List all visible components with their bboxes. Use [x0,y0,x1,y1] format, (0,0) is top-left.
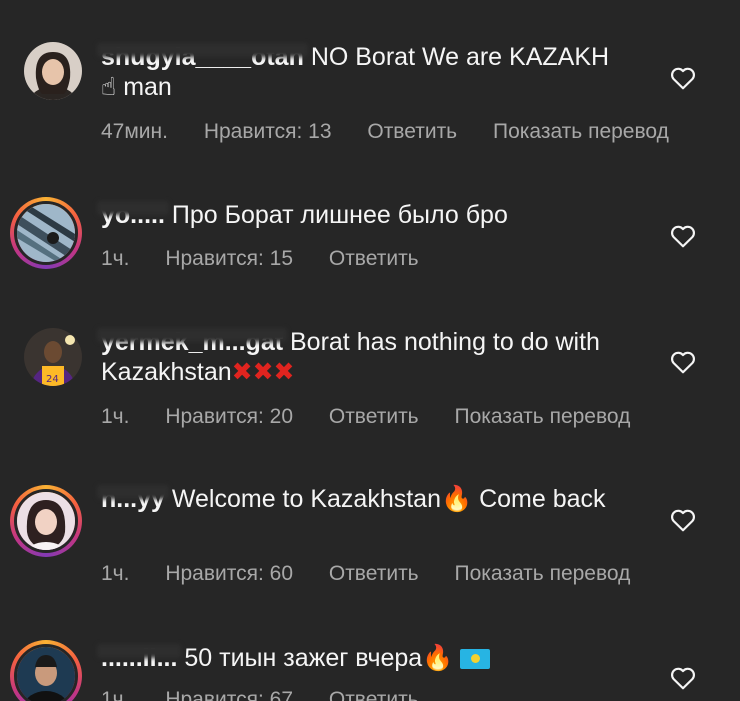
user-photo [17,204,75,262]
likes-count[interactable]: Нравится: 15 [165,247,293,270]
fire-emoji: 🔥 [422,643,454,672]
reply-button[interactable]: Ответить [329,405,419,428]
timestamp: 47мин. [101,120,168,143]
avatar[interactable]: 24 [24,328,82,386]
comment-body: Welcome to Kazakhstan [171,485,441,513]
comments-list: shugyla____otan NO Borat We are KAZAKH ☝… [0,0,740,701]
avatar-story-ring[interactable] [10,485,82,557]
fire-emoji: 🔥 [441,484,473,513]
comment-text: yo..... Про Борат лишнее было бро [101,200,661,230]
svg-text:24: 24 [46,374,59,385]
show-translation-button[interactable]: Показать перевод [454,562,630,585]
username[interactable]: yo..... [101,200,165,230]
username[interactable]: shugyla____otan [101,42,304,72]
comment-text: n...yy Welcome to Kazakhstan🔥 Come back [101,484,661,514]
timestamp: 1ч. [101,562,130,585]
username[interactable]: yermek_m...gat [101,327,283,357]
heart-outline-icon[interactable] [670,350,696,374]
reply-button[interactable]: Ответить [329,688,419,701]
comment-text: shugyla____otan NO Borat We are KAZAKH ☝… [101,42,661,102]
timestamp: 1ч. [101,405,130,428]
index-pointing-up-emoji: ☝ [101,72,117,101]
username[interactable]: n...yy [101,484,165,514]
comment-meta: 47мин. Нравится: 13 Ответить Показать пе… [101,120,699,144]
comment-body: NO Borat We are KAZAKH [310,43,610,71]
avatar-story-ring[interactable] [10,640,82,701]
comment-meta: 1ч. Нравится: 20 Ответить Показать перев… [101,405,660,429]
reply-button[interactable]: Ответить [329,247,419,270]
user-photo [24,42,82,100]
username[interactable]: ......li... [101,643,177,673]
likes-count[interactable]: Нравится: 67 [165,688,293,701]
timestamp: 1ч. [101,247,130,270]
user-photo [17,492,75,550]
comment-body: 50 тиын зажег вчера [184,644,423,672]
show-translation-button[interactable]: Показать перевод [454,405,630,428]
timestamp: 1ч. [101,688,130,701]
comment-meta: 1ч. Нравится: 60 Ответить Показать перев… [101,562,660,586]
comment-text: ......li... 50 тиын зажег вчера🔥 [101,643,661,673]
comment-body: Про Борат лишнее было бро [171,201,508,229]
likes-count[interactable]: Нравится: 20 [165,405,293,428]
cross-mark-emoji: ✖✖✖ [231,358,295,386]
heart-outline-icon[interactable] [670,66,696,90]
avatar-story-ring[interactable] [10,197,82,269]
heart-outline-icon[interactable] [670,508,696,532]
comment-body-cont: Come back [479,485,606,513]
kazakhstan-flag-emoji [460,649,491,670]
reply-button[interactable]: Ответить [367,120,457,143]
comment-body-cont: man [123,73,172,101]
comment-meta: 1ч. Нравится: 67 Ответить [101,688,449,701]
heart-outline-icon[interactable] [670,666,696,690]
user-photo: 24 [24,328,82,386]
user-photo [17,647,75,701]
comment-meta: 1ч. Нравится: 15 Ответить [101,247,449,271]
likes-count[interactable]: Нравится: 60 [165,562,293,585]
likes-count[interactable]: Нравится: 13 [204,120,332,143]
reply-button[interactable]: Ответить [329,562,419,585]
heart-outline-icon[interactable] [670,224,696,248]
show-translation-button[interactable]: Показать перевод [493,120,669,143]
comment-text: yermek_m...gat Borat has nothing to do w… [101,327,661,387]
avatar[interactable] [24,42,82,100]
